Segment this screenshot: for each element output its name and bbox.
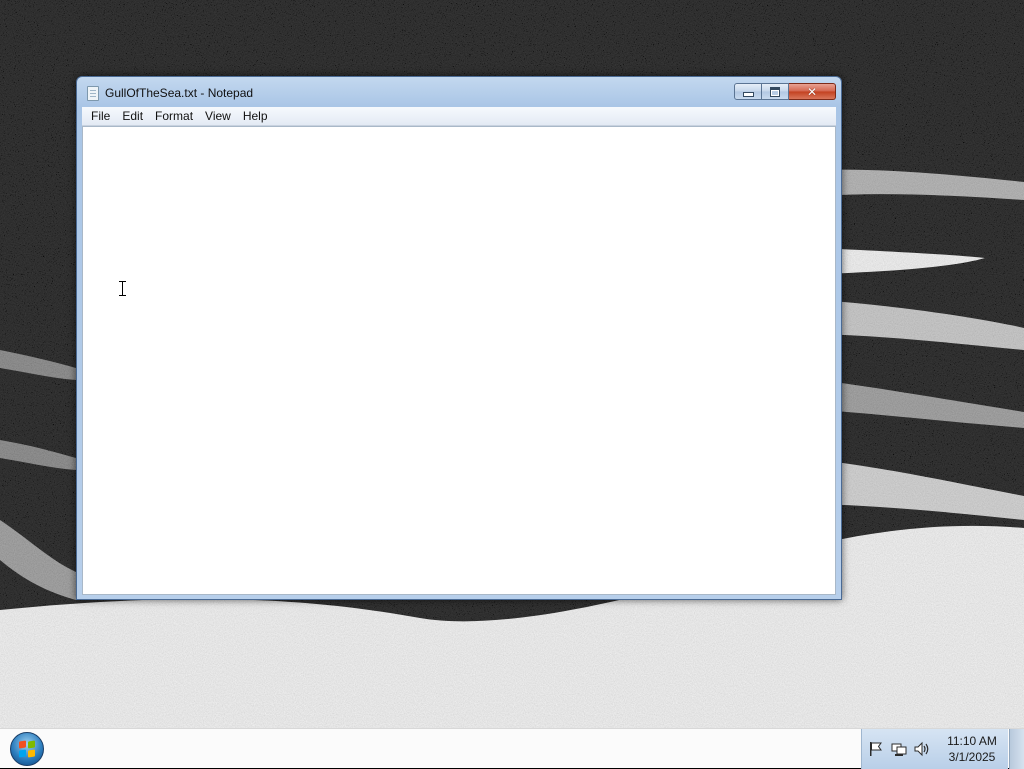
taskbar: 11:10 AM 3/1/2025 bbox=[0, 728, 1024, 769]
menu-edit[interactable]: Edit bbox=[116, 107, 149, 125]
menu-bar: File Edit Format View Help bbox=[82, 107, 836, 126]
network-icon[interactable] bbox=[891, 741, 907, 757]
close-icon: ✕ bbox=[806, 84, 818, 99]
menu-file[interactable]: File bbox=[82, 107, 116, 125]
notepad-window[interactable]: GullOfTheSea.txt - Notepad ✕ File Edit F… bbox=[76, 76, 842, 600]
menu-format[interactable]: Format bbox=[149, 107, 199, 125]
menu-help[interactable]: Help bbox=[237, 107, 274, 125]
action-center-flag-icon[interactable] bbox=[868, 741, 884, 757]
volume-icon[interactable] bbox=[914, 741, 930, 757]
clock-date: 3/1/2025 bbox=[948, 750, 996, 764]
system-tray: 11:10 AM 3/1/2025 bbox=[861, 729, 1008, 769]
windows-logo-icon bbox=[10, 732, 44, 766]
menu-view[interactable]: View bbox=[199, 107, 237, 125]
text-editor[interactable] bbox=[82, 126, 836, 595]
system-clock[interactable]: 11:10 AM 3/1/2025 bbox=[938, 733, 1006, 765]
maximize-button[interactable] bbox=[762, 83, 789, 100]
caption-buttons: ✕ bbox=[734, 83, 836, 101]
close-button[interactable]: ✕ bbox=[789, 83, 836, 100]
clock-time: 11:10 AM bbox=[947, 734, 997, 748]
minimize-icon bbox=[742, 92, 754, 97]
notepad-icon[interactable] bbox=[87, 86, 99, 101]
title-bar[interactable]: GullOfTheSea.txt - Notepad ✕ bbox=[77, 77, 841, 107]
window-title: GullOfTheSea.txt - Notepad bbox=[105, 86, 254, 100]
start-button[interactable] bbox=[6, 731, 48, 767]
maximize-icon bbox=[770, 86, 780, 97]
show-desktop-button[interactable] bbox=[1009, 729, 1024, 769]
minimize-button[interactable] bbox=[734, 83, 762, 100]
